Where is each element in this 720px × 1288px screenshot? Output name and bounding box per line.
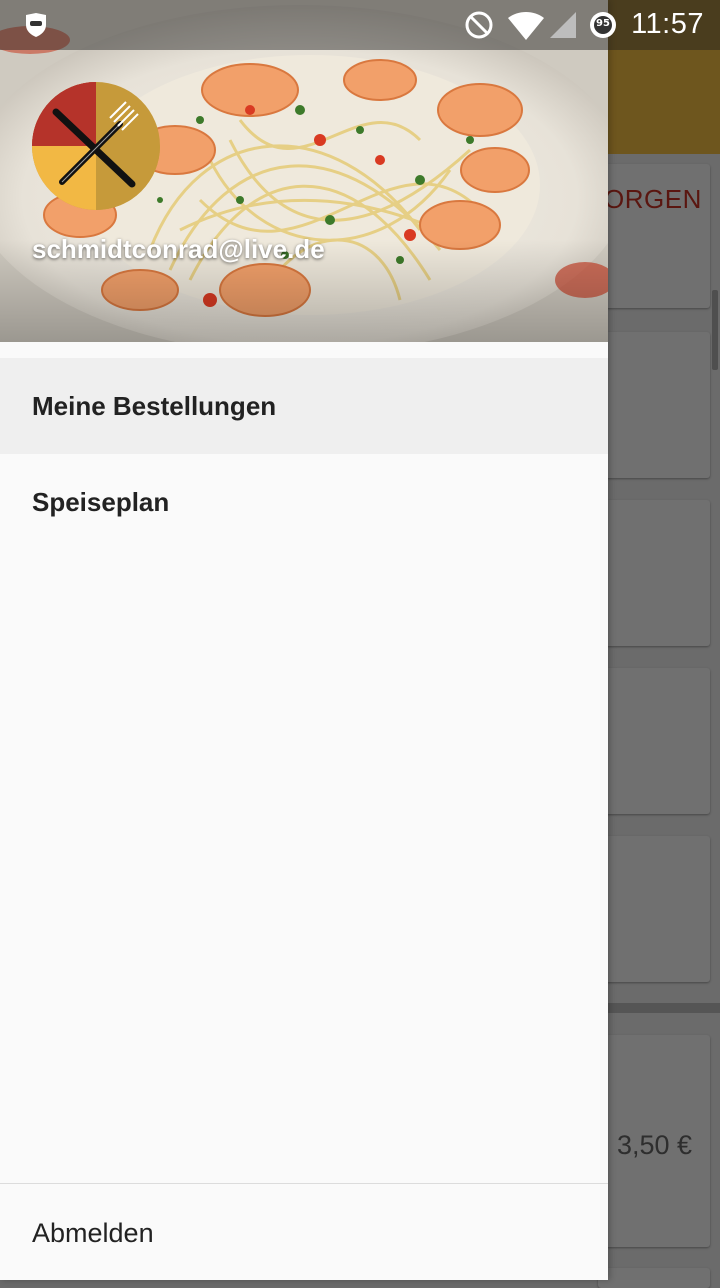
status-time: 11:57	[631, 8, 704, 40]
do-not-disturb-icon	[465, 11, 493, 39]
logout-button[interactable]: Abmelden	[0, 1186, 608, 1280]
battery-level: 95	[596, 18, 610, 29]
app-shield-icon	[26, 13, 46, 37]
scrollbar[interactable]	[712, 290, 718, 370]
drawer-header: schmidtconrad@live.de	[0, 0, 608, 342]
card-tab-label: ORGEN	[604, 184, 702, 214]
navigation-drawer: schmidtconrad@live.de Meine Bestellungen…	[0, 0, 608, 1280]
menu-card[interactable]	[598, 500, 710, 646]
menu-card[interactable]	[598, 332, 710, 478]
drawer-item-meine-bestellungen[interactable]: Meine Bestellungen	[0, 358, 608, 454]
menu-card[interactable]	[598, 836, 710, 982]
cell-signal-icon	[550, 12, 576, 38]
drawer-item-speiseplan[interactable]: Speiseplan	[0, 454, 608, 550]
menu-card[interactable]	[598, 668, 710, 814]
drawer-item-label: Speiseplan	[32, 486, 170, 517]
logout-label: Abmelden	[32, 1217, 154, 1248]
drawer-item-label: Meine Bestellungen	[32, 390, 277, 421]
section-divider	[598, 1003, 720, 1013]
app-logo-icon	[32, 82, 160, 210]
status-bar: 95 11:57	[0, 0, 720, 50]
user-email: schmidtconrad@live.de	[32, 234, 325, 264]
item-price: 3,50 €	[617, 1130, 693, 1160]
drawer-divider	[0, 1183, 608, 1184]
menu-card[interactable]	[598, 1268, 710, 1288]
wifi-icon	[508, 12, 544, 40]
